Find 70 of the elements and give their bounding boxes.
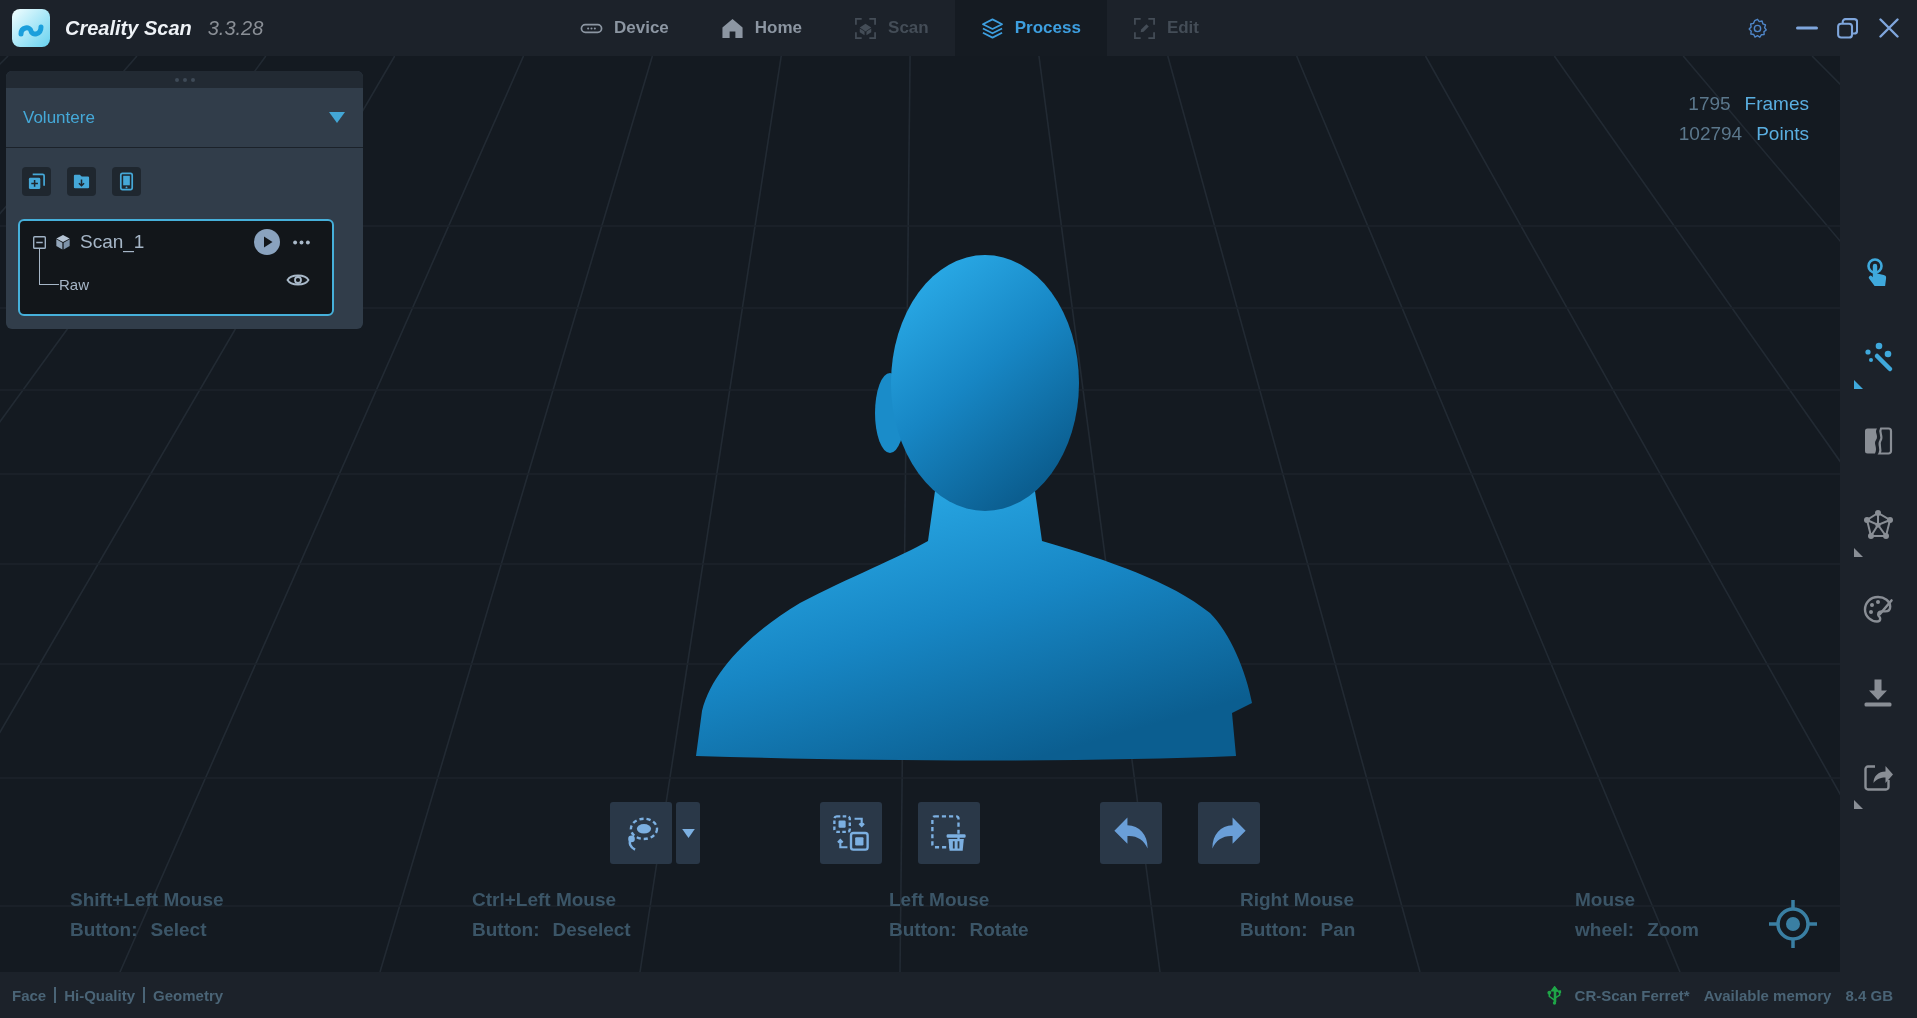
mouse-hint-action: Zoom bbox=[1647, 918, 1699, 942]
stat-unit: Points bbox=[1756, 122, 1809, 146]
mouse-hint-action: Rotate bbox=[969, 918, 1029, 942]
selection-mode-dropdown[interactable] bbox=[676, 802, 700, 864]
scan-child-name: Raw bbox=[59, 276, 89, 293]
mouse-hint-action: Select bbox=[150, 918, 207, 942]
mouse-hint-key: Button: bbox=[70, 915, 138, 945]
layers-icon bbox=[980, 16, 1004, 40]
add-layer-icon bbox=[27, 172, 46, 191]
scan-frame-icon bbox=[854, 16, 878, 40]
mouse-hint-action: Pan bbox=[1320, 918, 1356, 942]
more-icon[interactable] bbox=[293, 239, 310, 245]
scan-name: Scan_1 bbox=[80, 231, 145, 253]
play-icon[interactable] bbox=[254, 229, 280, 255]
side-tool-button[interactable] bbox=[1852, 341, 1894, 389]
nav-tab[interactable]: Device bbox=[554, 0, 695, 56]
mouse-hint-key: wheel: bbox=[1575, 915, 1635, 945]
panel-action-button[interactable] bbox=[22, 167, 51, 196]
undo-button[interactable] bbox=[1100, 802, 1162, 864]
device-name: CR-Scan Ferret* bbox=[1574, 986, 1690, 1004]
eye-icon[interactable] bbox=[286, 272, 310, 288]
caret-icon bbox=[681, 828, 695, 838]
stat-unit: Frames bbox=[1744, 92, 1809, 116]
cube-icon bbox=[55, 234, 71, 250]
stat-count: 1795 bbox=[1688, 92, 1731, 116]
3d-viewport[interactable]: Voluntere Scan_1 Raw 1795 Frames 102794 Points Shift+Left Mouse Button: Select Ctrl+Left Mouse Button: Deselect Left Mouse Button: Rotate Right Mouse Button: Pan Mouse wheel: Zoom bbox=[0, 56, 1840, 972]
folder-download-icon bbox=[72, 172, 91, 191]
tree-line bbox=[39, 248, 59, 285]
nav-tab[interactable]: Process bbox=[954, 0, 1107, 56]
status-mode: Geometry bbox=[153, 986, 224, 1004]
minimize-icon[interactable] bbox=[1796, 26, 1818, 30]
status-mode: Face bbox=[12, 986, 47, 1004]
app-logo-icon bbox=[12, 9, 50, 47]
mouse-hint-action: Deselect bbox=[552, 918, 631, 942]
home-icon bbox=[720, 16, 744, 40]
mouse-hint-key: Button: bbox=[1240, 915, 1308, 945]
app-version: 3.3.28 bbox=[207, 16, 264, 40]
status-mode: Hi-Quality bbox=[64, 986, 136, 1004]
memory-value: 8.4 GB bbox=[1845, 986, 1893, 1004]
invert-selection-button[interactable] bbox=[820, 802, 882, 864]
delete-area-icon bbox=[930, 814, 968, 852]
scan-card[interactable]: Scan_1 Raw bbox=[18, 219, 334, 316]
close-icon[interactable] bbox=[1879, 18, 1899, 38]
nav-tab[interactable]: Home bbox=[694, 0, 829, 56]
edit-frame-icon bbox=[1132, 16, 1156, 40]
caret-icon bbox=[329, 112, 345, 123]
mouse-hint-title: Ctrl+Left Mouse bbox=[472, 888, 617, 912]
swap-squares-icon bbox=[832, 814, 870, 852]
drag-handle-icon[interactable] bbox=[174, 77, 195, 82]
collapse-icon[interactable] bbox=[33, 235, 46, 249]
mouse-hint-title: Left Mouse bbox=[889, 888, 990, 912]
redo-button[interactable] bbox=[1198, 802, 1260, 864]
stat-count: 102794 bbox=[1678, 122, 1743, 146]
locate-target-icon[interactable] bbox=[1768, 899, 1818, 949]
panel-action-button[interactable] bbox=[112, 167, 141, 196]
mouse-hint-title: Mouse bbox=[1575, 888, 1636, 912]
mouse-hint-title: Shift+Left Mouse bbox=[70, 888, 224, 912]
memory-label: Available memory bbox=[1703, 986, 1832, 1004]
mouse-hint-key: Button: bbox=[889, 915, 957, 945]
settings-icon[interactable] bbox=[1747, 17, 1768, 39]
restore-icon[interactable] bbox=[1837, 17, 1858, 39]
tablet-icon bbox=[117, 172, 136, 191]
mouse-hint-key: Button: bbox=[472, 915, 540, 945]
app-title: Creality Scan bbox=[65, 16, 192, 40]
panel-action-button[interactable] bbox=[67, 167, 96, 196]
side-tool-button[interactable] bbox=[1852, 509, 1894, 557]
project-dropdown[interactable]: Voluntere bbox=[6, 88, 363, 148]
delete-selection-button[interactable] bbox=[918, 802, 980, 864]
mouse-hint-title: Right Mouse bbox=[1240, 888, 1354, 912]
lasso-select-button[interactable] bbox=[610, 802, 672, 864]
